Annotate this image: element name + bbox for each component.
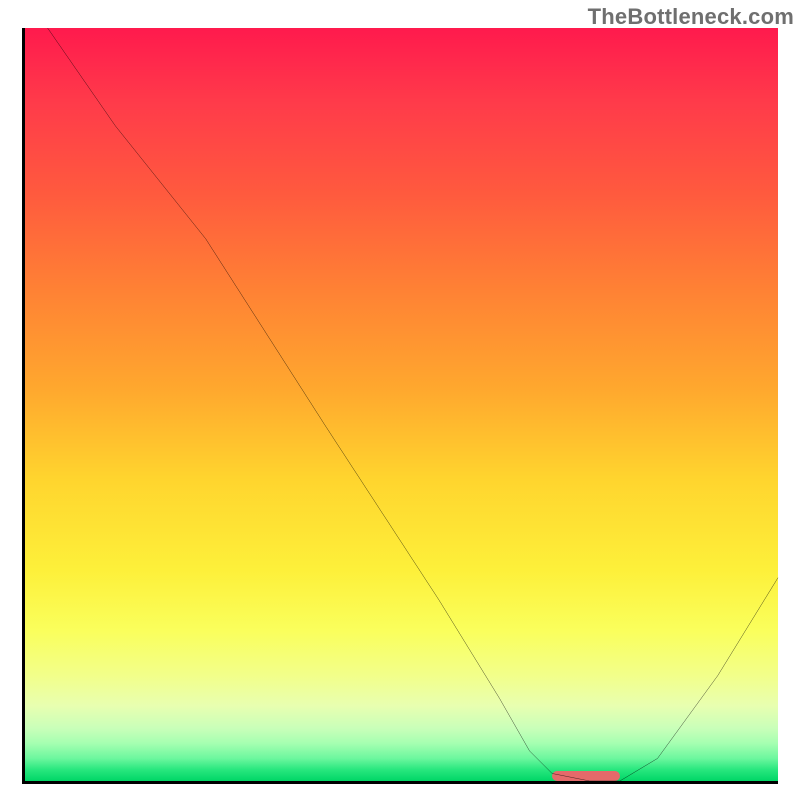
chart-container: TheBottleneck.com	[0, 0, 800, 800]
plot-area	[22, 28, 778, 784]
curve-path	[48, 28, 778, 781]
bottleneck-curve	[25, 28, 778, 781]
watermark-text: TheBottleneck.com	[588, 4, 794, 30]
